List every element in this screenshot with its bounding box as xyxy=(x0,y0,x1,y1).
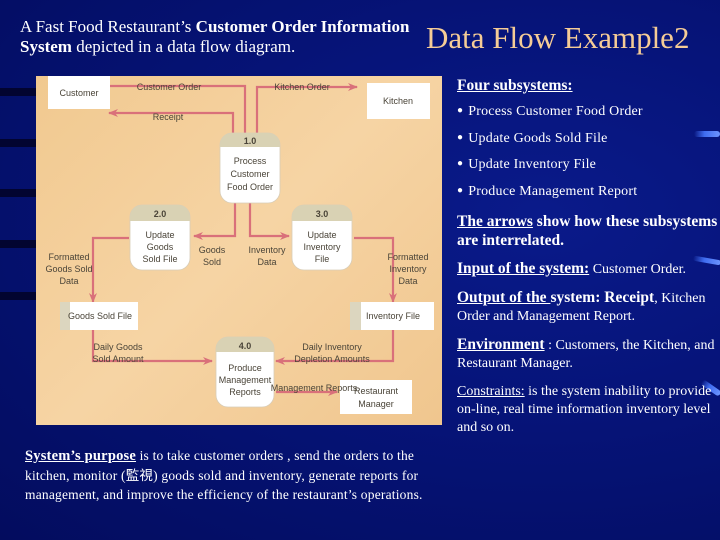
entity-manager-label-2: Manager xyxy=(358,399,394,409)
decor-stripe xyxy=(0,88,36,96)
purpose-lead: System’s purpose xyxy=(25,448,137,464)
decor-stripe xyxy=(0,240,36,248)
bullet-icon: ● xyxy=(457,105,464,116)
subsystem-item: ● Update Goods Sold File xyxy=(457,131,720,147)
constraints-lead: Constraints: xyxy=(457,383,525,399)
process-1-0-id: 1.0 xyxy=(244,136,257,146)
decor-stripe xyxy=(0,139,36,147)
constraints-note: Constraints: is the system inability to … xyxy=(457,383,720,437)
flow-formatted-inventory-arrow xyxy=(354,236,397,303)
entity-manager-label-1: Restaurant xyxy=(354,386,399,396)
slide-headline: A Fast Food Restaurant’s Customer Order … xyxy=(20,17,430,57)
subsystem-label: Process Customer Food Order xyxy=(468,104,643,119)
entity-kitchen-label: Kitchen xyxy=(383,96,413,106)
input-note: Input of the system: Customer Order. xyxy=(457,260,720,279)
subsystem-label: Update Inventory File xyxy=(468,157,597,172)
datastore-goods-sold-label: Goods Sold File xyxy=(68,311,132,321)
flow-label-daily-goods-sold: Daily Goods xyxy=(93,342,143,352)
process-3-0-line: Inventory xyxy=(303,242,341,252)
bullet-icon: ● xyxy=(457,131,464,143)
entity-customer: Customer xyxy=(48,76,110,109)
subsystems-heading: Four subsystems: xyxy=(457,77,573,94)
environment-lead: Environment xyxy=(457,335,545,353)
subsystem-item: ● Update Inventory File xyxy=(457,157,720,173)
subsystem-label: Update Goods Sold File xyxy=(468,130,608,146)
flow-label-daily-inventory-depletion: Depletion Amounts xyxy=(294,354,370,364)
bullet-icon: ● xyxy=(457,158,464,169)
process-2-0-id: 2.0 xyxy=(154,209,167,219)
flow-label-formatted-inventory: Data xyxy=(398,276,417,286)
input-lead: Input of the system: xyxy=(457,259,590,277)
environment-note: Environment : Customers, the Kitchen, an… xyxy=(457,336,720,373)
input-text: Customer Order. xyxy=(589,261,687,277)
flow-label-kitchen-order: Kitchen Order xyxy=(274,82,330,92)
datastore-inventory-file: Inventory File xyxy=(350,302,434,330)
arrows-lead: The arrows xyxy=(457,212,533,230)
process-4-0-line: Produce xyxy=(228,363,262,373)
process-1-0-line: Process xyxy=(234,156,267,166)
bullet-icon: ● xyxy=(457,184,464,196)
arrows-note: The arrows show how these subsystems are… xyxy=(457,212,720,250)
flow-label-management-reports: Management Reports xyxy=(271,383,358,393)
output-note: Output of the system: Receipt, Kitchen O… xyxy=(457,289,720,326)
process-2-0: 2.0 Update Goods Sold File xyxy=(129,204,191,271)
flow-label-formatted-inventory: Inventory xyxy=(389,264,427,274)
flow-label-goods-sold: Goods xyxy=(199,245,226,255)
flow-label-customer-order: Customer Order xyxy=(137,82,202,92)
data-flow-diagram: Customer Kitchen Restaurant Manager 1.0 … xyxy=(36,76,442,425)
process-1-0-line: Food Order xyxy=(227,182,273,192)
subsystem-item: ● Produce Management Report xyxy=(457,184,720,200)
process-3-0: 3.0 Update Inventory File xyxy=(291,204,353,271)
process-3-0-line: Update xyxy=(307,230,336,240)
flow-formatted-goods-sold-arrow xyxy=(89,236,129,303)
output-bold: system: Receipt xyxy=(550,288,655,306)
process-2-0-line: Sold File xyxy=(142,254,177,264)
subsystem-label: Produce Management Report xyxy=(468,183,638,199)
flow-label-formatted-goods-sold: Formatted xyxy=(48,252,89,262)
headline-part3: depicted in a data flow diagram. xyxy=(71,37,296,56)
flow-label-inventory-data: Data xyxy=(257,257,276,267)
process-2-0-line: Update xyxy=(145,230,174,240)
entity-kitchen: Kitchen xyxy=(367,83,430,119)
process-2-0-line: Goods xyxy=(147,242,174,252)
flow-label-formatted-inventory: Formatted xyxy=(387,252,428,262)
subsystem-item: ● Process Customer Food Order xyxy=(457,104,720,120)
flow-label-goods-sold: Sold xyxy=(203,257,221,267)
slide-title: Data Flow Example2 xyxy=(426,20,690,55)
process-4-0-id: 4.0 xyxy=(239,341,252,351)
datastore-inventory-label: Inventory File xyxy=(366,311,420,321)
flow-label-receipt: Receipt xyxy=(153,112,184,122)
process-4-0-line: Reports xyxy=(229,387,261,397)
flow-label-formatted-goods-sold: Data xyxy=(59,276,78,286)
flow-label-inventory-data: Inventory xyxy=(248,245,286,255)
process-4-0-line: Management xyxy=(219,375,272,385)
process-4-0: 4.0 Produce Management Reports xyxy=(215,336,275,408)
output-lead: Output of the xyxy=(457,288,551,306)
process-1-0-line: Customer xyxy=(230,169,269,179)
headline-part1: A Fast Food Restaurant’s xyxy=(20,17,196,36)
decor-stripe xyxy=(0,189,36,197)
process-3-0-line: File xyxy=(315,254,330,264)
flow-label-daily-inventory-depletion: Daily Inventory xyxy=(302,342,362,352)
datastore-goods-sold-file: Goods Sold File xyxy=(60,302,138,330)
flow-label-daily-goods-sold: Sold Amount xyxy=(92,354,144,364)
notes-column: Four subsystems: ● Process Customer Food … xyxy=(457,77,720,447)
flow-label-formatted-goods-sold: Goods Sold xyxy=(45,264,92,274)
entity-customer-label: Customer xyxy=(59,88,98,98)
system-purpose: System’s purpose is to take customer ord… xyxy=(25,446,435,504)
process-1-0: 1.0 Process Customer Food Order xyxy=(219,132,281,204)
decor-stripe xyxy=(0,292,36,300)
process-3-0-id: 3.0 xyxy=(316,209,329,219)
